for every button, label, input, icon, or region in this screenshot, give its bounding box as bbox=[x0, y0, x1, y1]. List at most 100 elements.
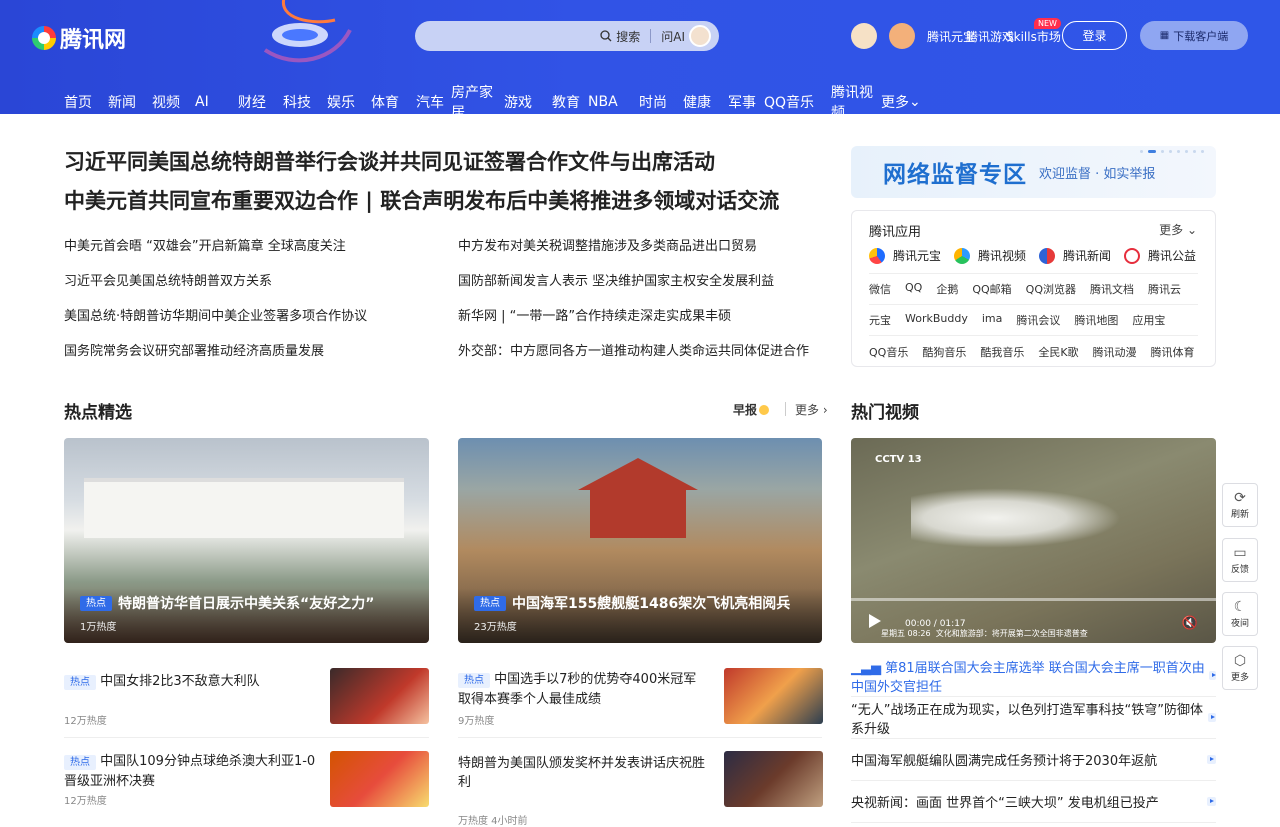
app-video[interactable]: 腾讯视频 bbox=[954, 247, 1039, 264]
hot-item-2[interactable]: 热点 中国选手以7秒的优势夺400米冠军 取得本赛季个人最佳成绩 9万热度 bbox=[458, 670, 713, 732]
app-link[interactable]: ima bbox=[982, 312, 1003, 328]
app-link[interactable]: QQ邮箱 bbox=[972, 281, 1011, 297]
refresh-button[interactable]: ⟳ 刷新 bbox=[1222, 483, 1258, 527]
supervision-banner[interactable]: 网络监督专区 欢迎监督 · 如实举报 bbox=[851, 146, 1216, 198]
app-news[interactable]: 腾讯新闻 bbox=[1039, 247, 1124, 264]
app-link[interactable]: 元宝 bbox=[869, 312, 891, 328]
app-link[interactable]: 全民K歌 bbox=[1038, 344, 1078, 360]
app-yuanbao[interactable]: 腾讯元宝 bbox=[869, 247, 954, 264]
app-charity[interactable]: 腾讯公益 bbox=[1124, 247, 1209, 264]
hot-item-3[interactable]: 热点 中国队109分钟点球绝杀澳大利亚1-0晋级亚洲杯决赛 12万热度 bbox=[64, 752, 322, 812]
nav-more[interactable]: 更多 bbox=[881, 92, 909, 112]
morning-report-link[interactable]: 早报 bbox=[733, 401, 770, 418]
app-link[interactable]: 腾讯动漫 bbox=[1093, 344, 1137, 360]
ask-ai-button[interactable]: 问AI bbox=[651, 25, 715, 47]
download-client-button[interactable]: ▦ 下载客户端 bbox=[1140, 21, 1248, 50]
game-app-icon[interactable] bbox=[889, 23, 915, 49]
refresh-icon: ⟳ bbox=[1234, 489, 1246, 506]
trophy-thumbnail[interactable] bbox=[724, 751, 823, 807]
news-item[interactable]: 中美元首会晤 “双雄会”开启新篇章 全球高度关注 bbox=[64, 237, 434, 272]
search-bar[interactable]: 搜索 问AI bbox=[415, 21, 719, 51]
night-mode-button[interactable]: ☾ 夜间 bbox=[1222, 592, 1258, 636]
news-item[interactable]: 外交部：中方愿同各方一道推动构建人类命运共同体促进合作 bbox=[458, 342, 828, 377]
search-button-label: 搜索 bbox=[616, 29, 641, 44]
nav-item[interactable]: 汽车 bbox=[416, 92, 451, 112]
video-list-item[interactable]: 中国海军舰艇编队圆满完成任务预计将于2030年返航 bbox=[851, 739, 1216, 781]
yuanbao-app-icon[interactable] bbox=[851, 23, 877, 49]
athlete-thumbnail[interactable] bbox=[724, 668, 823, 724]
news-item[interactable]: 国防部新闻发言人表示 坚决维护国家主权安全发展利益 bbox=[458, 272, 828, 307]
app-link[interactable]: 腾讯体育 bbox=[1151, 344, 1195, 360]
search-button[interactable]: 搜索 bbox=[590, 25, 650, 47]
chevron-down-icon: ⌄ bbox=[909, 94, 921, 110]
carousel-dots[interactable] bbox=[1140, 150, 1204, 153]
app-link[interactable]: QQ bbox=[905, 281, 922, 297]
football-thumbnail[interactable] bbox=[330, 751, 429, 807]
header-link-skills[interactable]: Skills市场 bbox=[1006, 28, 1061, 45]
more-tools-button[interactable]: ⬡ 更多 bbox=[1222, 646, 1258, 690]
news-item[interactable]: 习近平会见美国总统特朗普双方关系 bbox=[64, 272, 434, 307]
nav-item[interactable]: QQ音乐 bbox=[764, 92, 831, 112]
news-item[interactable]: 国务院常务会议研究部署推动经济高质量发展 bbox=[64, 342, 434, 377]
nav-item[interactable]: 时尚 bbox=[639, 92, 683, 112]
nav-item[interactable]: 腾讯视频 bbox=[831, 82, 881, 114]
app-link[interactable]: 腾讯会议 bbox=[1016, 312, 1060, 328]
nav-item[interactable]: 科技 bbox=[283, 92, 327, 112]
mute-icon[interactable]: 🔇 bbox=[1182, 616, 1198, 631]
feedback-button[interactable]: ▭ 反馈 bbox=[1222, 538, 1258, 582]
video-list-item[interactable]: ▁▃▅ 第81届联合国大会主席选举 联合国大会主席一职首次由中国外交官担任 bbox=[851, 655, 1216, 697]
nav-item[interactable]: 健康 bbox=[683, 92, 728, 112]
news-item[interactable]: 中方发布对美关税调整措施涉及多类商品进出口贸易 bbox=[458, 237, 828, 272]
hot-card-2[interactable]: 热点 中国海军155艘舰艇1486架次飞机亮相阅兵 23万热度 bbox=[458, 438, 822, 643]
login-button[interactable]: 登录 bbox=[1062, 21, 1127, 50]
nav-item[interactable]: 教育 bbox=[552, 92, 588, 112]
news-list-left: 中美元首会晤 “双雄会”开启新篇章 全球高度关注 习近平会见美国总统特朗普双方关… bbox=[64, 237, 434, 377]
nav-item[interactable]: NBA bbox=[588, 94, 639, 110]
play-icon bbox=[1207, 797, 1216, 806]
logo-text: 腾讯网 bbox=[60, 28, 127, 53]
nav-item[interactable]: 体育 bbox=[371, 92, 416, 112]
nav-item[interactable]: 房产家居 bbox=[451, 82, 504, 114]
hot-item-1[interactable]: 热点 中国女排2比3不敌意大利队 12万热度 bbox=[64, 670, 319, 727]
video-progress-bar[interactable] bbox=[851, 598, 1216, 601]
news-item[interactable]: 美国总统·特朗普访华期间中美企业签署多项合作协议 bbox=[64, 307, 434, 342]
top-headline-2[interactable]: 中美元首共同宣布重要双边合作 | 联合声明发布后中美将推进多领域对话交流 bbox=[64, 181, 824, 221]
nav-item[interactable]: 军事 bbox=[728, 92, 764, 112]
app-link[interactable]: 酷我音乐 bbox=[980, 344, 1024, 360]
app-link[interactable]: WorkBuddy bbox=[905, 312, 968, 328]
nav-item[interactable]: 首页 bbox=[64, 92, 108, 112]
nav-item[interactable]: 视频 bbox=[152, 92, 195, 112]
nav-item[interactable]: 财经 bbox=[238, 92, 283, 112]
news-item[interactable]: 新华网 | “一带一路”合作持续走深走实成果丰硕 bbox=[458, 307, 828, 342]
nav-item[interactable]: 游戏 bbox=[504, 92, 552, 112]
hot-more-link[interactable]: 更多 › bbox=[795, 401, 828, 418]
volleyball-thumbnail[interactable] bbox=[330, 668, 429, 724]
hot-card-1[interactable]: 热点 特朗普访华首日展示中美关系“友好之力” 1万热度 bbox=[64, 438, 429, 643]
new-badge: NEW bbox=[1034, 18, 1061, 29]
nav-item[interactable]: 新闻 bbox=[108, 92, 152, 112]
app-link[interactable]: QQ音乐 bbox=[869, 344, 908, 360]
video-list-item[interactable]: “无人”战场正在成为现实，以色列打造军事科技“铁穹”防御体系升级 bbox=[851, 697, 1216, 739]
app-link[interactable]: QQ浏览器 bbox=[1026, 281, 1076, 297]
chat-icon: ▭ bbox=[1233, 544, 1247, 561]
play-icon[interactable] bbox=[869, 614, 881, 628]
decorative-swirl bbox=[263, 0, 352, 63]
video-player[interactable]: CCTV 13 00:00 / 01:17 星期五 08:26 文化和旅游部：将… bbox=[851, 438, 1216, 643]
smoke-image bbox=[911, 488, 1121, 548]
app-link[interactable]: 腾讯文档 bbox=[1090, 281, 1134, 297]
hot-item-4[interactable]: 特朗普为美国队颁发奖杯并发表讲话庆祝胜利 万热度 4小时前 bbox=[458, 752, 713, 827]
video-list-item[interactable]: 央视新闻：画面 世界首个“三峡大坝” 发电机组已投产 bbox=[851, 781, 1216, 823]
app-link[interactable]: 腾讯云 bbox=[1148, 281, 1181, 297]
nav-item[interactable]: 娱乐 bbox=[327, 92, 371, 112]
app-link[interactable]: 企鹅 bbox=[936, 281, 958, 297]
app-link[interactable]: 腾讯地图 bbox=[1074, 312, 1118, 328]
nav-item[interactable]: AI bbox=[195, 94, 238, 110]
windows-icon: ▦ bbox=[1159, 30, 1170, 41]
site-logo[interactable]: 腾讯网 bbox=[32, 22, 126, 54]
app-link[interactable]: 酷狗音乐 bbox=[922, 344, 966, 360]
apps-row-3: 元宝 WorkBuddy ima 腾讯会议 腾讯地图 应用宝 bbox=[869, 312, 1179, 328]
apps-more-button[interactable]: 更多 ⌄ bbox=[1159, 221, 1197, 238]
app-link[interactable]: 应用宝 bbox=[1132, 312, 1165, 328]
app-link[interactable]: 微信 bbox=[869, 281, 891, 297]
top-headline-1[interactable]: 习近平同美国总统特朗普举行会谈并共同见证签署合作文件与出席活动 bbox=[64, 142, 824, 182]
